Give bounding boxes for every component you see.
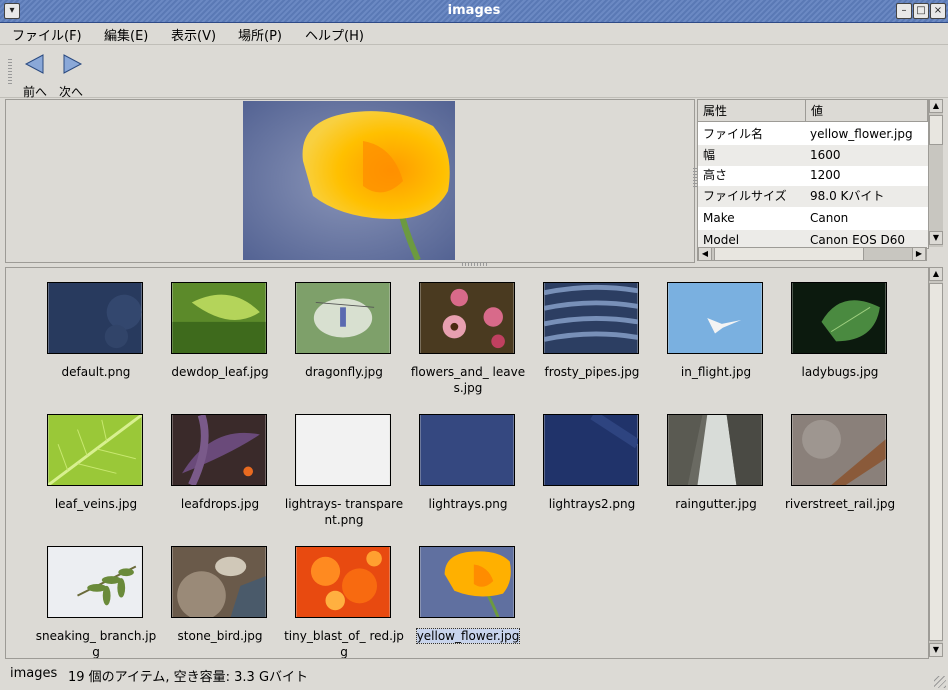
file-name: lightrays.png xyxy=(428,497,508,511)
preview-image xyxy=(243,101,455,260)
resize-grip[interactable] xyxy=(934,676,946,688)
property-row[interactable]: 高さ 1200 xyxy=(698,165,928,186)
thumbnail-image xyxy=(47,546,143,618)
file-name: sneaking_ branch.jpg xyxy=(35,629,157,659)
property-row[interactable]: ファイルサイズ 98.0 Kバイト xyxy=(698,186,928,207)
thumbnail-image xyxy=(295,282,391,354)
properties-hscrollbar[interactable]: ◀ ▶ xyxy=(697,247,927,261)
property-key: Make xyxy=(703,211,735,225)
properties-table: 属性 値 ファイル名 yellow_flower.jpg 幅 1600 高さ 1200… xyxy=(697,99,929,249)
status-bar: images 19 個のアイテム, 空き容量: 3.3 Gバイト xyxy=(0,660,948,690)
split-grip[interactable] xyxy=(462,262,488,266)
scroll-down-icon[interactable]: ▼ xyxy=(929,231,943,245)
image-preview-pane xyxy=(5,99,695,263)
minimize-icon[interactable]: – xyxy=(896,3,912,19)
scroll-up-icon[interactable]: ▲ xyxy=(929,267,943,281)
hscroll-thumb[interactable] xyxy=(714,247,864,261)
thumbnail-grid: default.png dewdop_leaf.jpg dragonfly.jp… xyxy=(5,267,929,659)
scroll-left-icon[interactable]: ◀ xyxy=(698,247,712,261)
toolbar: 前へ 次へ xyxy=(0,45,948,99)
menu-places[interactable]: 場所(P) xyxy=(238,25,282,44)
prev-button[interactable]: 前へ xyxy=(18,49,52,99)
pane-divider-grip[interactable] xyxy=(693,168,697,188)
thumbnail-image xyxy=(667,282,763,354)
property-value: 1600 xyxy=(810,148,841,162)
menu-view[interactable]: 表示(V) xyxy=(171,25,216,44)
scroll-right-icon[interactable]: ▶ xyxy=(912,247,926,261)
thumbnail-image xyxy=(47,414,143,486)
property-key: ファイルサイズ xyxy=(703,189,787,203)
thumbnail-image xyxy=(419,546,515,618)
thumbnail-image xyxy=(171,282,267,354)
property-value: 98.0 Kバイト xyxy=(810,189,885,203)
menu-help[interactable]: ヘルプ(H) xyxy=(305,25,364,44)
property-row[interactable]: Make Canon xyxy=(698,208,928,229)
menu-file[interactable]: ファイル(F) xyxy=(12,25,82,44)
file-name: dewdop_leaf.jpg xyxy=(171,365,269,379)
file-name: ladybugs.jpg xyxy=(801,365,879,379)
thumbnail-image xyxy=(419,282,515,354)
property-key: 幅 xyxy=(703,148,716,162)
status-location: images xyxy=(10,666,58,681)
scroll-down-icon[interactable]: ▼ xyxy=(929,643,943,657)
file-name: flowers_and_ leaves.jpg xyxy=(410,365,526,395)
toolbar-grip[interactable] xyxy=(8,59,12,85)
status-summary: 19 個のアイテム, 空き容量: 3.3 Gバイト xyxy=(68,670,309,685)
prev-label: 前へ xyxy=(22,85,47,99)
file-name: lightrays- transparent.png xyxy=(284,497,404,527)
arrow-right-icon xyxy=(63,54,83,74)
menu-edit[interactable]: 編集(E) xyxy=(104,25,148,44)
property-value: 1200 xyxy=(810,168,841,182)
scroll-thumb[interactable] xyxy=(929,283,943,641)
arrow-left-icon xyxy=(24,54,44,74)
file-name: tiny_blast_of_ red.jpg xyxy=(284,629,404,659)
thumbnail-image xyxy=(171,414,267,486)
thumbnail-image xyxy=(419,414,515,486)
thumbnail-image xyxy=(543,414,639,486)
property-value: Canon xyxy=(810,211,849,225)
header-value[interactable]: 値 xyxy=(806,100,928,122)
file-name: leafdrops.jpg xyxy=(180,497,260,511)
thumbnail-image xyxy=(47,282,143,354)
next-label: 次へ xyxy=(58,85,83,99)
file-name: riverstreet_rail.jpg xyxy=(784,497,896,511)
scroll-thumb[interactable] xyxy=(929,115,943,145)
close-icon[interactable]: × xyxy=(930,3,946,19)
thumbnail-image xyxy=(791,282,887,354)
property-value: yellow_flower.jpg xyxy=(810,127,913,141)
properties-vscrollbar[interactable]: ▲ ▼ xyxy=(928,99,943,247)
thumbnail-image xyxy=(295,414,391,486)
header-attribute[interactable]: 属性 xyxy=(698,100,806,122)
title-bar: ▾ images – □ × xyxy=(0,0,948,23)
property-row[interactable]: 幅 1600 xyxy=(698,145,928,166)
file-name: leaf_veins.jpg xyxy=(54,497,138,511)
thumbnail-image xyxy=(667,414,763,486)
file-name: in_flight.jpg xyxy=(680,365,752,379)
file-name-selected: yellow_flower.jpg xyxy=(415,628,521,644)
property-row[interactable]: ファイル名 yellow_flower.jpg xyxy=(698,124,928,145)
thumbnail-image xyxy=(543,282,639,354)
property-key: ファイル名 xyxy=(703,127,764,141)
property-key: 高さ xyxy=(703,168,728,182)
file-name: lightrays2.png xyxy=(548,497,636,511)
file-name: default.png xyxy=(61,365,131,379)
thumbnail-image xyxy=(791,414,887,486)
next-button[interactable]: 次へ xyxy=(54,49,88,99)
thumbnail-image xyxy=(171,546,267,618)
file-name: frosty_pipes.jpg xyxy=(544,365,640,379)
file-name: stone_bird.jpg xyxy=(177,629,263,643)
scroll-up-icon[interactable]: ▲ xyxy=(929,99,943,113)
file-name: raingutter.jpg xyxy=(675,497,757,511)
maximize-icon[interactable]: □ xyxy=(913,3,929,19)
grid-vscrollbar[interactable]: ▲ ▼ xyxy=(928,267,943,657)
thumbnail-image xyxy=(295,546,391,618)
file-name: dragonfly.jpg xyxy=(305,365,383,379)
menu-bar: ファイル(F) 編集(E) 表示(V) 場所(P) ヘルプ(H) xyxy=(0,22,948,45)
window-title: images xyxy=(447,3,501,18)
